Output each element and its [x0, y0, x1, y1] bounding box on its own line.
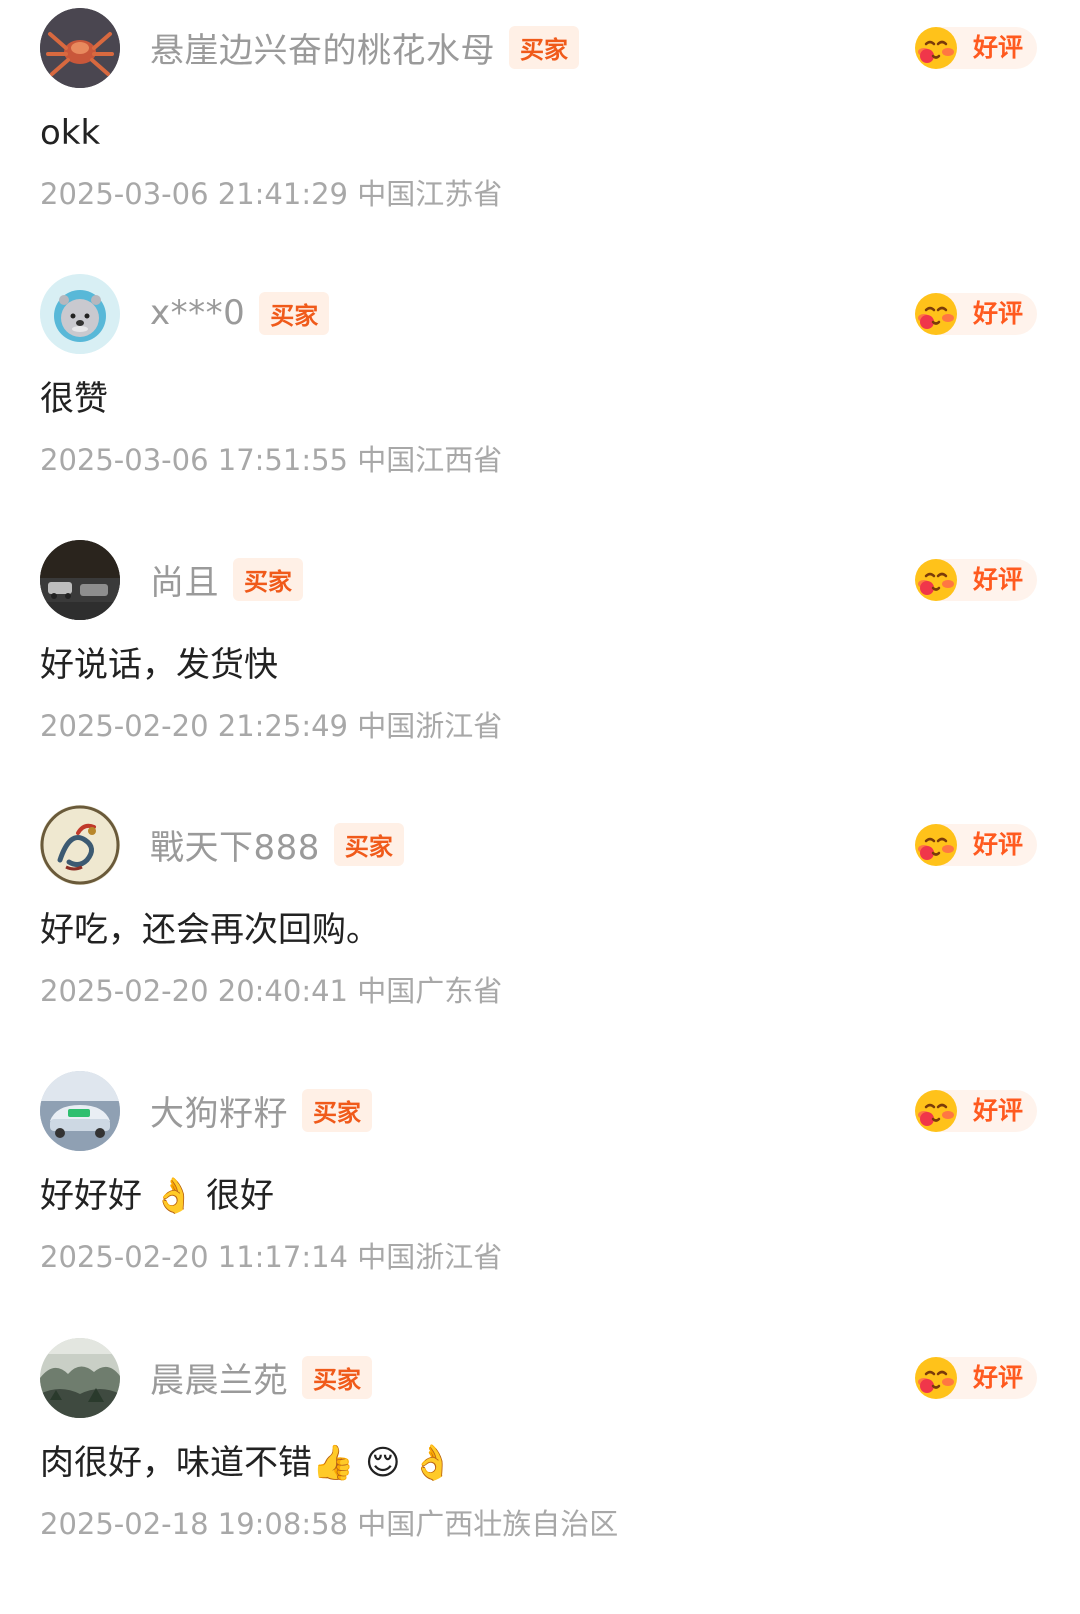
review-item: 晨晨兰苑 买家 好评 肉很好，味道不错👍 😌 👌 2025-02-18 19:0… — [0, 1330, 1080, 1600]
blushing-face-icon — [913, 25, 959, 71]
review-datetime: 2025-02-20 11:17:14 — [40, 1240, 348, 1274]
blushing-face-icon — [913, 291, 959, 337]
review-item: 尚且 买家 好评 好说话，发货快 2025-02-20 21:25:49 中国浙… — [0, 532, 1080, 802]
review-meta: 2025-03-06 21:41:29 中国江苏省 — [40, 174, 502, 214]
review-comment: 好吃，还会再次回购。 — [40, 910, 380, 950]
avatar-car-image — [40, 1071, 120, 1151]
rating-badge: 好评 — [915, 27, 1037, 69]
username[interactable]: 悬崖边兴奋的桃花水母 — [150, 23, 495, 72]
name-row: x***0 买家 — [150, 288, 330, 338]
buyer-badge: 买家 — [333, 822, 404, 866]
avatar[interactable] — [40, 1338, 120, 1418]
name-row: 大狗籽籽 买家 — [150, 1085, 372, 1135]
avatar[interactable] — [40, 8, 120, 88]
review-item: 悬崖边兴奋的桃花水母 买家 好评 okk 2025-03-06 21:41:29… — [0, 0, 1080, 270]
review-location: 中国浙江省 — [357, 1240, 503, 1274]
avatar-crab-image — [40, 8, 120, 88]
review-location: 中国浙江省 — [357, 709, 503, 743]
buyer-badge: 买家 — [302, 1355, 372, 1399]
username[interactable]: 戰天下888 — [150, 820, 320, 869]
rating-label: 好评 — [973, 299, 1024, 328]
username[interactable]: 晨晨兰苑 — [150, 1353, 288, 1402]
avatar[interactable] — [40, 274, 120, 354]
review-datetime: 2025-02-20 20:40:41 — [40, 974, 348, 1008]
buyer-badge: 买家 — [509, 25, 579, 69]
blushing-face-icon — [913, 822, 959, 868]
rating-label: 好评 — [973, 565, 1024, 594]
review-datetime: 2025-03-06 17:51:55 — [40, 443, 348, 477]
review-item: 戰天下888 买家 好评 好吃，还会再次回购。 2025-02-20 20:40… — [0, 797, 1080, 1067]
rating-badge: 好评 — [915, 824, 1037, 866]
review-item: x***0 买家 好评 很赞 2025-03-06 17:51:55 中国江西省 — [0, 266, 1080, 536]
rating-label: 好评 — [973, 1096, 1024, 1125]
rating-badge: 好评 — [915, 293, 1037, 335]
review-location: 中国江西省 — [357, 443, 503, 477]
avatar-landscape-painting-image — [40, 1338, 120, 1418]
review-comment: okk — [40, 113, 101, 153]
review-datetime: 2025-02-20 21:25:49 — [40, 709, 348, 743]
avatar[interactable] — [40, 540, 120, 620]
name-row: 戰天下888 买家 — [150, 819, 404, 869]
avatar[interactable] — [40, 1071, 120, 1151]
review-meta: 2025-02-20 11:17:14 中国浙江省 — [40, 1237, 502, 1277]
name-row: 尚且 买家 — [150, 554, 303, 604]
blushing-face-icon — [913, 557, 959, 603]
review-meta: 2025-02-18 19:08:58 中国广西壮族自治区 — [40, 1504, 618, 1544]
rating-label: 好评 — [973, 830, 1024, 859]
blushing-face-icon — [913, 1088, 959, 1134]
rating-badge: 好评 — [915, 1357, 1037, 1399]
avatar-dragon-image — [40, 805, 120, 885]
avatar-night-street-image — [40, 540, 120, 620]
blushing-face-icon — [913, 1355, 959, 1401]
review-item: 大狗籽籽 买家 好评 好好好 👌 很好 2025-02-20 11:17:14 … — [0, 1063, 1080, 1333]
review-meta: 2025-03-06 17:51:55 中国江西省 — [40, 440, 502, 480]
review-comment: 很赞 — [40, 379, 108, 419]
buyer-badge: 买家 — [233, 557, 303, 601]
rating-label: 好评 — [973, 1363, 1024, 1392]
review-list: 悬崖边兴奋的桃花水母 买家 好评 okk 2025-03-06 21:41:29… — [0, 0, 1080, 1614]
rating-label: 好评 — [973, 33, 1024, 62]
review-datetime: 2025-02-18 19:08:58 — [40, 1507, 348, 1541]
username[interactable]: 尚且 — [150, 555, 219, 604]
name-row: 晨晨兰苑 买家 — [150, 1352, 372, 1402]
rating-badge: 好评 — [915, 1090, 1037, 1132]
review-location: 中国江苏省 — [357, 177, 503, 211]
buyer-badge: 买家 — [302, 1088, 372, 1132]
rating-badge: 好评 — [915, 559, 1037, 601]
review-location: 中国广西壮族自治区 — [357, 1507, 619, 1541]
review-comment: 好说话，发货快 — [40, 645, 278, 685]
review-location: 中国广东省 — [357, 974, 503, 1008]
review-comment: 好好好 👌 很好 — [40, 1176, 274, 1216]
name-row: 悬崖边兴奋的桃花水母 买家 — [150, 22, 579, 72]
buyer-badge: 买家 — [259, 291, 330, 335]
review-datetime: 2025-03-06 21:41:29 — [40, 177, 348, 211]
avatar-seal-image — [40, 274, 120, 354]
username[interactable]: 大狗籽籽 — [150, 1086, 288, 1135]
review-comment: 肉很好，味道不错👍 😌 👌 — [40, 1443, 454, 1483]
username[interactable]: x***0 — [150, 293, 245, 333]
review-meta: 2025-02-20 20:40:41 中国广东省 — [40, 971, 502, 1011]
avatar[interactable] — [40, 805, 120, 885]
review-meta: 2025-02-20 21:25:49 中国浙江省 — [40, 706, 502, 746]
